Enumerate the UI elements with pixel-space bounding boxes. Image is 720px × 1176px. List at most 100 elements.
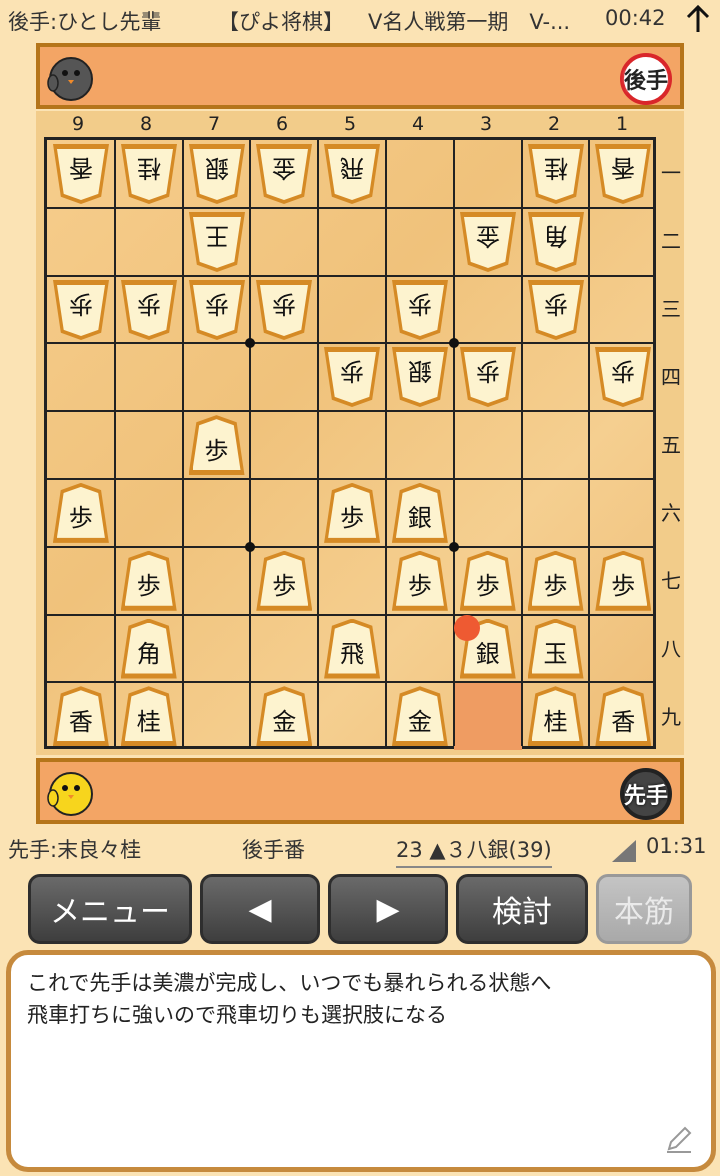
gote-piece[interactable]: 銀: [392, 347, 448, 407]
file-label: 6: [275, 113, 289, 135]
last-move-origin-highlight: [453, 682, 522, 751]
gote-piece[interactable]: 歩: [189, 280, 245, 340]
comment-box[interactable]: これで先手は美濃が完成し、いつでも暴れられる状態へ 飛車打ちに強いので飛車切りも…: [6, 950, 716, 1172]
piece-kanji: 歩: [611, 357, 636, 386]
analyze-button[interactable]: 検討: [456, 874, 588, 944]
file-label: 8: [139, 113, 153, 135]
gote-piece[interactable]: 銀: [189, 144, 245, 204]
next-move-button[interactable]: ▶: [328, 874, 448, 944]
file-label: 3: [479, 113, 493, 135]
piece-kanji: 歩: [475, 572, 500, 601]
piece-kanji: 歩: [407, 290, 432, 318]
sente-piece[interactable]: 歩: [120, 550, 177, 611]
piece-kanji: 歩: [543, 290, 568, 318]
piece-kanji: 歩: [136, 290, 161, 318]
piece-kanji: 金: [407, 707, 432, 736]
grid-line: [47, 613, 653, 616]
gote-piece[interactable]: 歩: [528, 280, 584, 340]
sente-piece[interactable]: 桂: [120, 686, 177, 747]
sente-piece[interactable]: 角: [120, 618, 177, 679]
sente-piece[interactable]: 玉: [527, 618, 584, 679]
sente-piece[interactable]: 歩: [52, 482, 109, 543]
gote-player-name: 後手:ひとし先輩: [8, 10, 162, 34]
sente-piece[interactable]: 金: [256, 686, 313, 747]
file-labels: 9 8 7 6 5 4 3 2 1: [44, 113, 656, 137]
gote-piece[interactable]: 香: [595, 144, 651, 204]
gote-piece[interactable]: 桂: [528, 144, 584, 204]
sente-chick-avatar-icon: [47, 772, 93, 816]
piece-kanji: 歩: [611, 572, 636, 601]
gote-piece[interactable]: 飛: [324, 144, 380, 204]
star-point: [448, 541, 459, 552]
gote-piece[interactable]: 金: [460, 212, 516, 272]
gote-piece[interactable]: 歩: [324, 347, 380, 407]
gote-piece[interactable]: 歩: [256, 280, 312, 340]
sente-piece[interactable]: 桂: [527, 686, 584, 747]
gote-piece[interactable]: 桂: [121, 144, 177, 204]
sente-piece[interactable]: 歩: [256, 550, 313, 611]
grid-line: [47, 206, 653, 209]
sente-piece[interactable]: 歩: [324, 482, 381, 543]
sente-badge: 先手: [620, 768, 672, 820]
gote-piece[interactable]: 角: [528, 212, 584, 272]
file-label: 9: [71, 113, 85, 135]
piece-kanji: 歩: [340, 357, 365, 386]
piece-kanji: 銀: [407, 504, 432, 533]
grid-line: [181, 140, 184, 746]
sente-piece[interactable]: 歩: [459, 550, 516, 611]
gote-piece[interactable]: 香: [53, 144, 109, 204]
prev-move-button[interactable]: ◀: [200, 874, 320, 944]
grid-line: [249, 140, 252, 746]
gote-piece[interactable]: 歩: [595, 347, 651, 407]
piece-kanji: 歩: [340, 504, 365, 533]
piece-kanji: 銀: [407, 357, 432, 386]
menu-button[interactable]: メニュー: [28, 874, 192, 944]
sente-piece-stand[interactable]: 先手: [36, 758, 684, 824]
sente-piece[interactable]: 香: [52, 686, 109, 747]
grid-line: [452, 140, 455, 746]
sente-piece[interactable]: 金: [391, 686, 448, 747]
piece-kanji: 歩: [204, 436, 229, 465]
piece-kanji: 歩: [68, 504, 93, 533]
sente-piece[interactable]: 香: [595, 686, 652, 747]
sente-piece[interactable]: 歩: [527, 550, 584, 611]
gote-piece[interactable]: 歩: [53, 280, 109, 340]
piece-kanji: 銀: [475, 640, 500, 668]
gote-piece[interactable]: 歩: [121, 280, 177, 340]
grid-line: [588, 140, 591, 746]
file-label: 5: [343, 113, 357, 135]
gote-piece[interactable]: 金: [256, 144, 312, 204]
game-title: V名人戦第一期 V-...: [368, 10, 571, 34]
sente-piece[interactable]: 歩: [188, 415, 245, 476]
shogi-board[interactable]: 香桂銀金飛桂香王金角歩歩歩歩歩歩歩銀歩歩歩歩歩銀歩歩歩歩歩歩角飛銀玉香桂金金桂香: [44, 137, 656, 751]
rank-label: 六: [661, 500, 681, 525]
sente-piece[interactable]: 飛: [324, 618, 381, 679]
arrow-up-icon[interactable]: [684, 4, 712, 34]
piece-kanji: 金: [475, 222, 500, 251]
rank-label: 三: [661, 296, 681, 321]
sente-piece[interactable]: 歩: [391, 550, 448, 611]
piece-kanji: 歩: [136, 572, 161, 601]
piece-kanji: 飛: [340, 640, 365, 668]
gote-piece[interactable]: 王: [189, 212, 245, 272]
rank-label: 二: [661, 228, 681, 253]
last-move-marker: [453, 614, 480, 641]
gote-chick-avatar-icon: [47, 57, 93, 101]
sente-piece[interactable]: 歩: [595, 550, 652, 611]
rank-label: 一: [661, 160, 681, 185]
grid-line: [47, 478, 653, 480]
piece-kanji: 桂: [543, 707, 568, 736]
comment-line-1: これで先手は美濃が完成し、いつでも暴れられる状態へ: [27, 971, 552, 995]
grid-line: [317, 140, 320, 746]
piece-kanji: 歩: [475, 357, 500, 386]
turn-indicator: 後手番: [242, 838, 305, 862]
sente-piece[interactable]: 銀: [391, 482, 448, 543]
gote-piece[interactable]: 歩: [460, 347, 516, 407]
gote-piece-stand[interactable]: 後手: [36, 43, 684, 109]
gote-piece[interactable]: 歩: [392, 280, 448, 340]
move-record[interactable]: 23 ▲３八銀(39): [396, 834, 552, 868]
rank-label: 四: [661, 364, 681, 389]
sente-clock: 01:31: [646, 834, 707, 858]
file-label: 4: [411, 113, 425, 135]
pencil-icon[interactable]: [663, 1123, 695, 1155]
